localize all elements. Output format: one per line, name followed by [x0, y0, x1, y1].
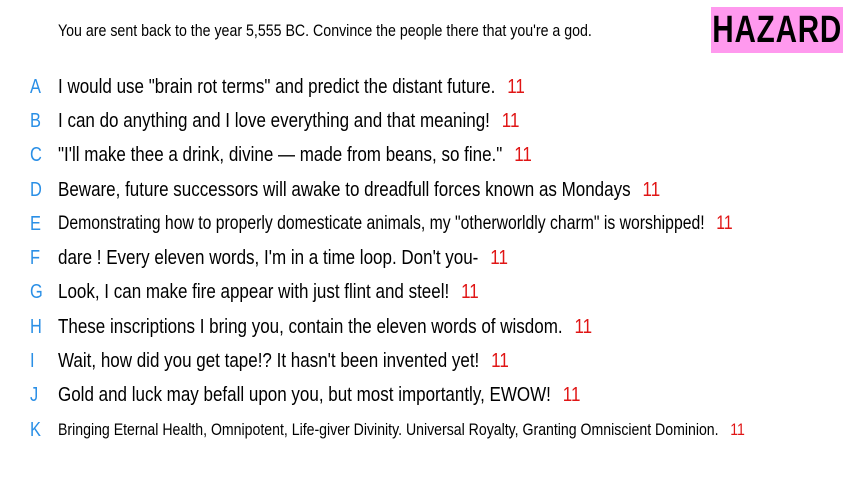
option-text: Bringing Eternal Health, Omnipotent, Lif… [58, 420, 719, 440]
option-letter: D [30, 178, 42, 201]
option-body: Demonstrating how to properly domesticat… [58, 213, 733, 235]
option-text: Beware, future successors will awake to … [58, 178, 631, 201]
option-f: F dare ! Every eleven words, I'm in a ti… [0, 241, 853, 275]
option-letter: F [30, 247, 41, 270]
option-word-count: 11 [730, 420, 745, 440]
option-word-count: 11 [490, 247, 508, 270]
option-text: Look, I can make fire appear with just f… [58, 281, 450, 304]
option-body: These inscriptions I bring you, contain … [58, 316, 592, 339]
option-g: G Look, I can make fire appear with just… [0, 276, 853, 310]
option-word-count: 11 [491, 350, 509, 373]
option-body: I can do anything and I love everything … [58, 110, 519, 133]
option-j: J Gold and luck may befall upon you, but… [0, 379, 853, 413]
hazard-badge: HAZARD [711, 7, 843, 53]
option-a: A I would use "brain rot terms" and pred… [0, 70, 853, 104]
option-text: I can do anything and I love everything … [58, 109, 490, 132]
option-text: These inscriptions I bring you, contain … [58, 315, 563, 338]
option-body: "I'll make thee a drink, divine — made f… [58, 144, 532, 167]
option-h: H These inscriptions I bring you, contai… [0, 310, 853, 344]
option-text: Gold and luck may befall upon you, but m… [58, 384, 551, 407]
option-c: C "I'll make thee a drink, divine — made… [0, 139, 853, 173]
option-k: K Bringing Eternal Health, Omnipotent, L… [0, 413, 853, 447]
option-body: Look, I can make fire appear with just f… [58, 281, 479, 304]
option-list: A I would use "brain rot terms" and pred… [0, 70, 853, 447]
prompt-text: You are sent back to the year 5,555 BC. … [58, 22, 592, 40]
option-i: I Wait, how did you get tape!? It hasn't… [0, 344, 853, 378]
option-word-count: 11 [501, 109, 520, 132]
option-word-count: 11 [574, 315, 593, 338]
option-text: Demonstrating how to properly domesticat… [58, 213, 705, 235]
option-word-count: 11 [716, 213, 733, 235]
option-body: I would use "brain rot terms" and predic… [58, 76, 525, 99]
option-text: "I'll make thee a drink, divine — made f… [58, 144, 503, 167]
option-e: E Demonstrating how to properly domestic… [0, 207, 853, 241]
game-screen: { "prompt": "You are sent back to the ye… [0, 0, 853, 480]
option-word-count: 11 [562, 384, 581, 407]
option-letter: G [30, 281, 43, 304]
option-word-count: 11 [642, 178, 661, 201]
option-text: I would use "brain rot terms" and predic… [58, 75, 496, 98]
option-letter: E [30, 212, 41, 235]
hazard-badge-label: HAZARD [712, 8, 842, 51]
option-letter: A [30, 75, 41, 98]
option-text: dare ! Every eleven words, I'm in a time… [58, 247, 479, 270]
option-letter: I [30, 350, 35, 373]
option-body: Beware, future successors will awake to … [58, 179, 660, 202]
option-word-count: 11 [507, 75, 525, 98]
option-d: D Beware, future successors will awake t… [0, 173, 853, 207]
option-letter: K [30, 418, 41, 441]
option-b: B I can do anything and I love everythin… [0, 104, 853, 138]
option-body: Bringing Eternal Health, Omnipotent, Lif… [58, 420, 745, 440]
option-text: Wait, how did you get tape!? It hasn't b… [58, 350, 480, 373]
option-letter: B [30, 109, 41, 132]
option-letter: H [30, 315, 42, 338]
option-letter: C [30, 144, 42, 167]
option-body: Gold and luck may befall upon you, but m… [58, 384, 580, 407]
option-body: Wait, how did you get tape!? It hasn't b… [58, 350, 509, 373]
option-word-count: 11 [514, 144, 532, 167]
option-body: dare ! Every eleven words, I'm in a time… [58, 247, 508, 270]
option-letter: J [30, 384, 39, 407]
option-word-count: 11 [461, 281, 479, 304]
